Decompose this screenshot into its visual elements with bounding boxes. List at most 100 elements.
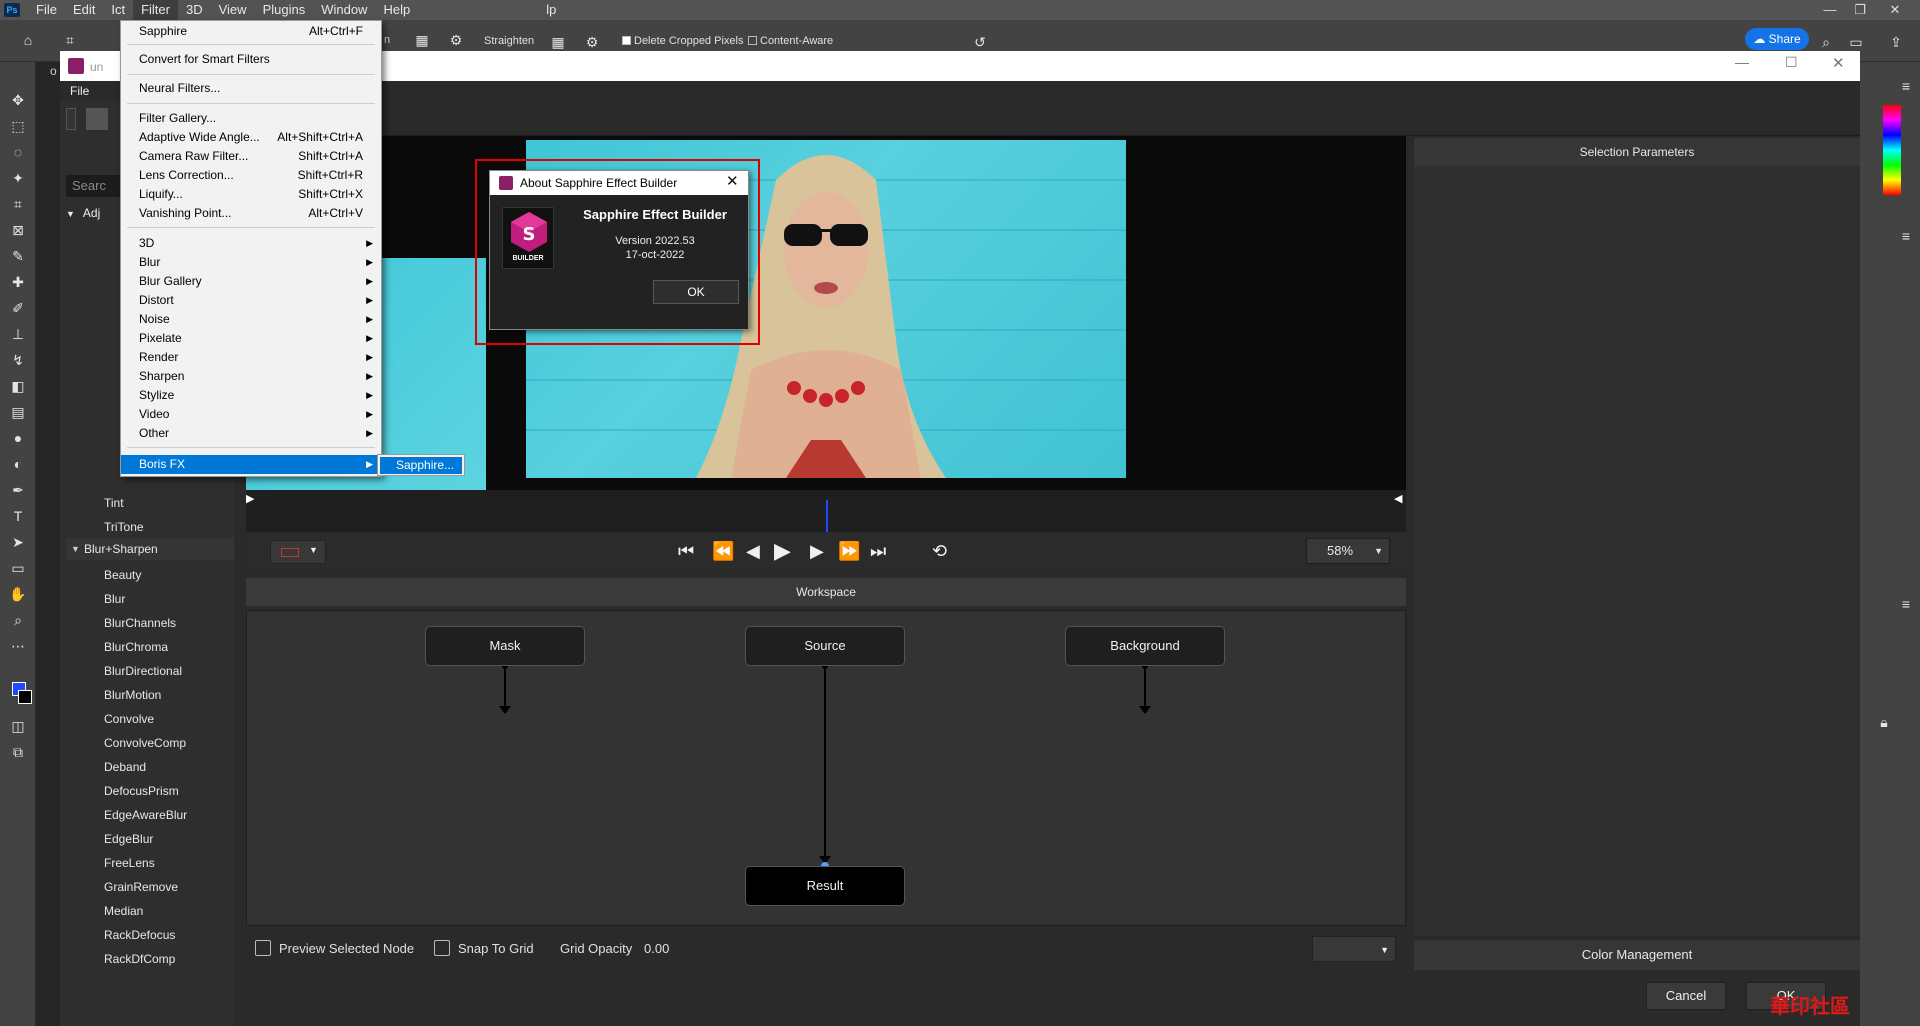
result-node[interactable]: Result (745, 866, 905, 906)
step-back-icon[interactable]: ◀ (746, 540, 760, 562)
effect-item[interactable]: ConvolveComp (104, 736, 186, 750)
settings-gear-icon[interactable]: ⚙ (446, 30, 466, 50)
timeline-start-marker-icon[interactable]: ▶ (246, 492, 254, 505)
checkbox-checked-icon[interactable] (622, 36, 631, 45)
ps-menu-plugins[interactable]: Plugins (255, 0, 314, 20)
ps-menu-edit[interactable]: Edit (65, 0, 103, 20)
screen-mode-icon[interactable]: ⧉ (8, 742, 28, 762)
lasso-tool-icon[interactable]: ◌ (8, 142, 28, 162)
sapphire-maximize-icon[interactable]: ☐ (1785, 54, 1798, 71)
background-color-swatch[interactable] (18, 690, 32, 704)
go-to-end-icon[interactable]: ⏭ (870, 540, 886, 562)
crop-tool-icon[interactable]: ⌗ (60, 30, 80, 50)
effect-item[interactable]: Deband (104, 760, 146, 774)
ps-menu-file[interactable]: File (28, 0, 65, 20)
effect-item[interactable]: BlurChroma (104, 640, 168, 654)
ps-menu-help[interactable]: Help (375, 0, 418, 20)
lock-icon[interactable]: 🔒︎ (1874, 712, 1894, 732)
menu-item-sharpen[interactable]: Sharpen ▶ (121, 367, 381, 386)
fast-forward-icon[interactable]: ⏩ (838, 540, 860, 562)
gradient-tool-icon[interactable]: ▤ (8, 402, 28, 422)
dialog-close-icon[interactable]: ✕ (726, 172, 739, 190)
stamp-tool-icon[interactable]: ⊥ (8, 324, 28, 344)
history-brush-icon[interactable]: ↯ (8, 350, 28, 370)
checkbox-icon[interactable] (748, 36, 757, 45)
color-management-title[interactable]: Color Management (1414, 940, 1860, 970)
ps-menu-filter[interactable]: Filter (133, 0, 178, 20)
crop-icon[interactable]: ⌗ (8, 194, 28, 214)
go-to-start-icon[interactable]: ⏮ (678, 540, 694, 562)
browser-toolbar-field[interactable] (66, 108, 76, 130)
restore-icon[interactable]: ❐ (1845, 0, 1875, 20)
effect-item[interactable]: GrainRemove (104, 880, 178, 894)
workspace-icon[interactable]: ▭ (1846, 32, 1866, 52)
effect-item[interactable]: Tint (104, 496, 124, 510)
more-tools-icon[interactable]: ⋯ (8, 636, 28, 656)
loop-icon[interactable]: ⟲ (932, 540, 947, 562)
eraser-icon[interactable]: ◧ (8, 376, 28, 396)
menu-item-other[interactable]: Other ▶ (121, 424, 381, 443)
zoom-select[interactable]: 58% ▼ (1306, 538, 1390, 564)
brush-tool-icon[interactable]: ✐ (8, 298, 28, 318)
quick-mask-icon[interactable]: ◫ (8, 716, 28, 736)
group-adjust[interactable]: ▼ Adj (66, 206, 100, 220)
zoom-tool-icon[interactable]: ⌕ (8, 610, 28, 630)
effect-item[interactable]: Blur (104, 592, 125, 606)
rectangle-tool-icon[interactable]: ▭ (8, 558, 28, 578)
straighten-label[interactable]: Straighten (484, 35, 534, 47)
type-tool-icon[interactable]: T (8, 506, 28, 526)
menu-item-lens-correction[interactable]: Lens Correction... Shift+Ctrl+R (121, 166, 381, 185)
path-selection-icon[interactable]: ➤ (8, 532, 28, 552)
submenu-item-sapphire[interactable]: Sapphire... (380, 457, 462, 474)
effect-item[interactable]: FreeLens (104, 856, 155, 870)
ps-menu-image[interactable]: Ict (103, 0, 133, 20)
minimize-icon[interactable]: — (1815, 0, 1845, 20)
timeline-end-marker-icon[interactable]: ◀ (1394, 492, 1402, 505)
close-icon[interactable]: ✕ (1880, 0, 1910, 20)
effect-item[interactable]: EdgeAwareBlur (104, 808, 187, 822)
eyedropper-icon[interactable]: ✎ (8, 246, 28, 266)
timeline-playhead[interactable] (826, 500, 828, 532)
healing-brush-icon[interactable]: ✚ (8, 272, 28, 292)
menu-item-noise[interactable]: Noise ▶ (121, 310, 381, 329)
preview-selected-node-checkbox[interactable] (255, 940, 271, 956)
menu-item-video[interactable]: Video ▶ (121, 405, 381, 424)
ps-menu-window[interactable]: Window (313, 0, 375, 20)
menu-item-neural-filters[interactable]: Neural Filters... (121, 79, 381, 98)
source-node[interactable]: Source (745, 626, 905, 666)
menu-item-filter-gallery[interactable]: Filter Gallery... (121, 109, 381, 128)
step-forward-icon[interactable]: ▶ (810, 540, 824, 562)
snap-to-grid-checkbox[interactable] (434, 940, 450, 956)
grid-overlay-icon[interactable]: ▦ (412, 30, 432, 50)
effect-item[interactable]: RackDefocus (104, 928, 175, 942)
effect-item[interactable]: BlurMotion (104, 688, 161, 702)
panel-menu-icon-3[interactable]: ≡ (1896, 594, 1916, 614)
delete-cropped-pixels-checkbox[interactable]: Delete Cropped Pixels (622, 35, 743, 47)
play-icon[interactable]: ▶ (774, 540, 791, 562)
share-button[interactable]: ☁ Share (1745, 28, 1809, 50)
menu-item-sapphire[interactable]: Sapphire Alt+Ctrl+F (121, 22, 381, 41)
home-icon[interactable]: ⌂ (18, 30, 38, 50)
sapphire-close-icon[interactable]: ✕ (1832, 54, 1845, 72)
grid-opacity-value[interactable]: 0.00 (644, 941, 669, 956)
effect-item[interactable]: Beauty (104, 568, 141, 582)
search-icon[interactable]: ⌕ (1816, 32, 1836, 52)
menu-item-boris-fx[interactable]: Boris FX ▶ (121, 455, 381, 474)
about-ok-button[interactable]: OK (653, 280, 739, 304)
effect-item[interactable]: Median (104, 904, 143, 918)
effect-item[interactable]: RackDfComp (104, 952, 175, 966)
panel-menu-icon-2[interactable]: ≡ (1896, 226, 1916, 246)
effect-item[interactable]: DefocusPrism (104, 784, 179, 798)
marquee-tool-icon[interactable]: ⬚ (8, 116, 28, 136)
menu-item-camera-raw[interactable]: Camera Raw Filter... Shift+Ctrl+A (121, 147, 381, 166)
effect-item[interactable]: BlurChannels (104, 616, 176, 630)
menu-item-adaptive-wide-angle[interactable]: Adaptive Wide Angle... Alt+Shift+Ctrl+A (121, 128, 381, 147)
upload-icon[interactable]: ⇪ (1886, 32, 1906, 52)
color-picker-spectrum[interactable] (1883, 105, 1901, 195)
browser-toolbar-button[interactable] (86, 108, 108, 130)
menu-item-blur-gallery[interactable]: Blur Gallery ▶ (121, 272, 381, 291)
menu-item-render[interactable]: Render ▶ (121, 348, 381, 367)
dodge-tool-icon[interactable]: ◐ (8, 454, 28, 474)
ps-menu-3d[interactable]: 3D (178, 0, 211, 20)
sapphire-minimize-icon[interactable]: — (1735, 54, 1749, 70)
